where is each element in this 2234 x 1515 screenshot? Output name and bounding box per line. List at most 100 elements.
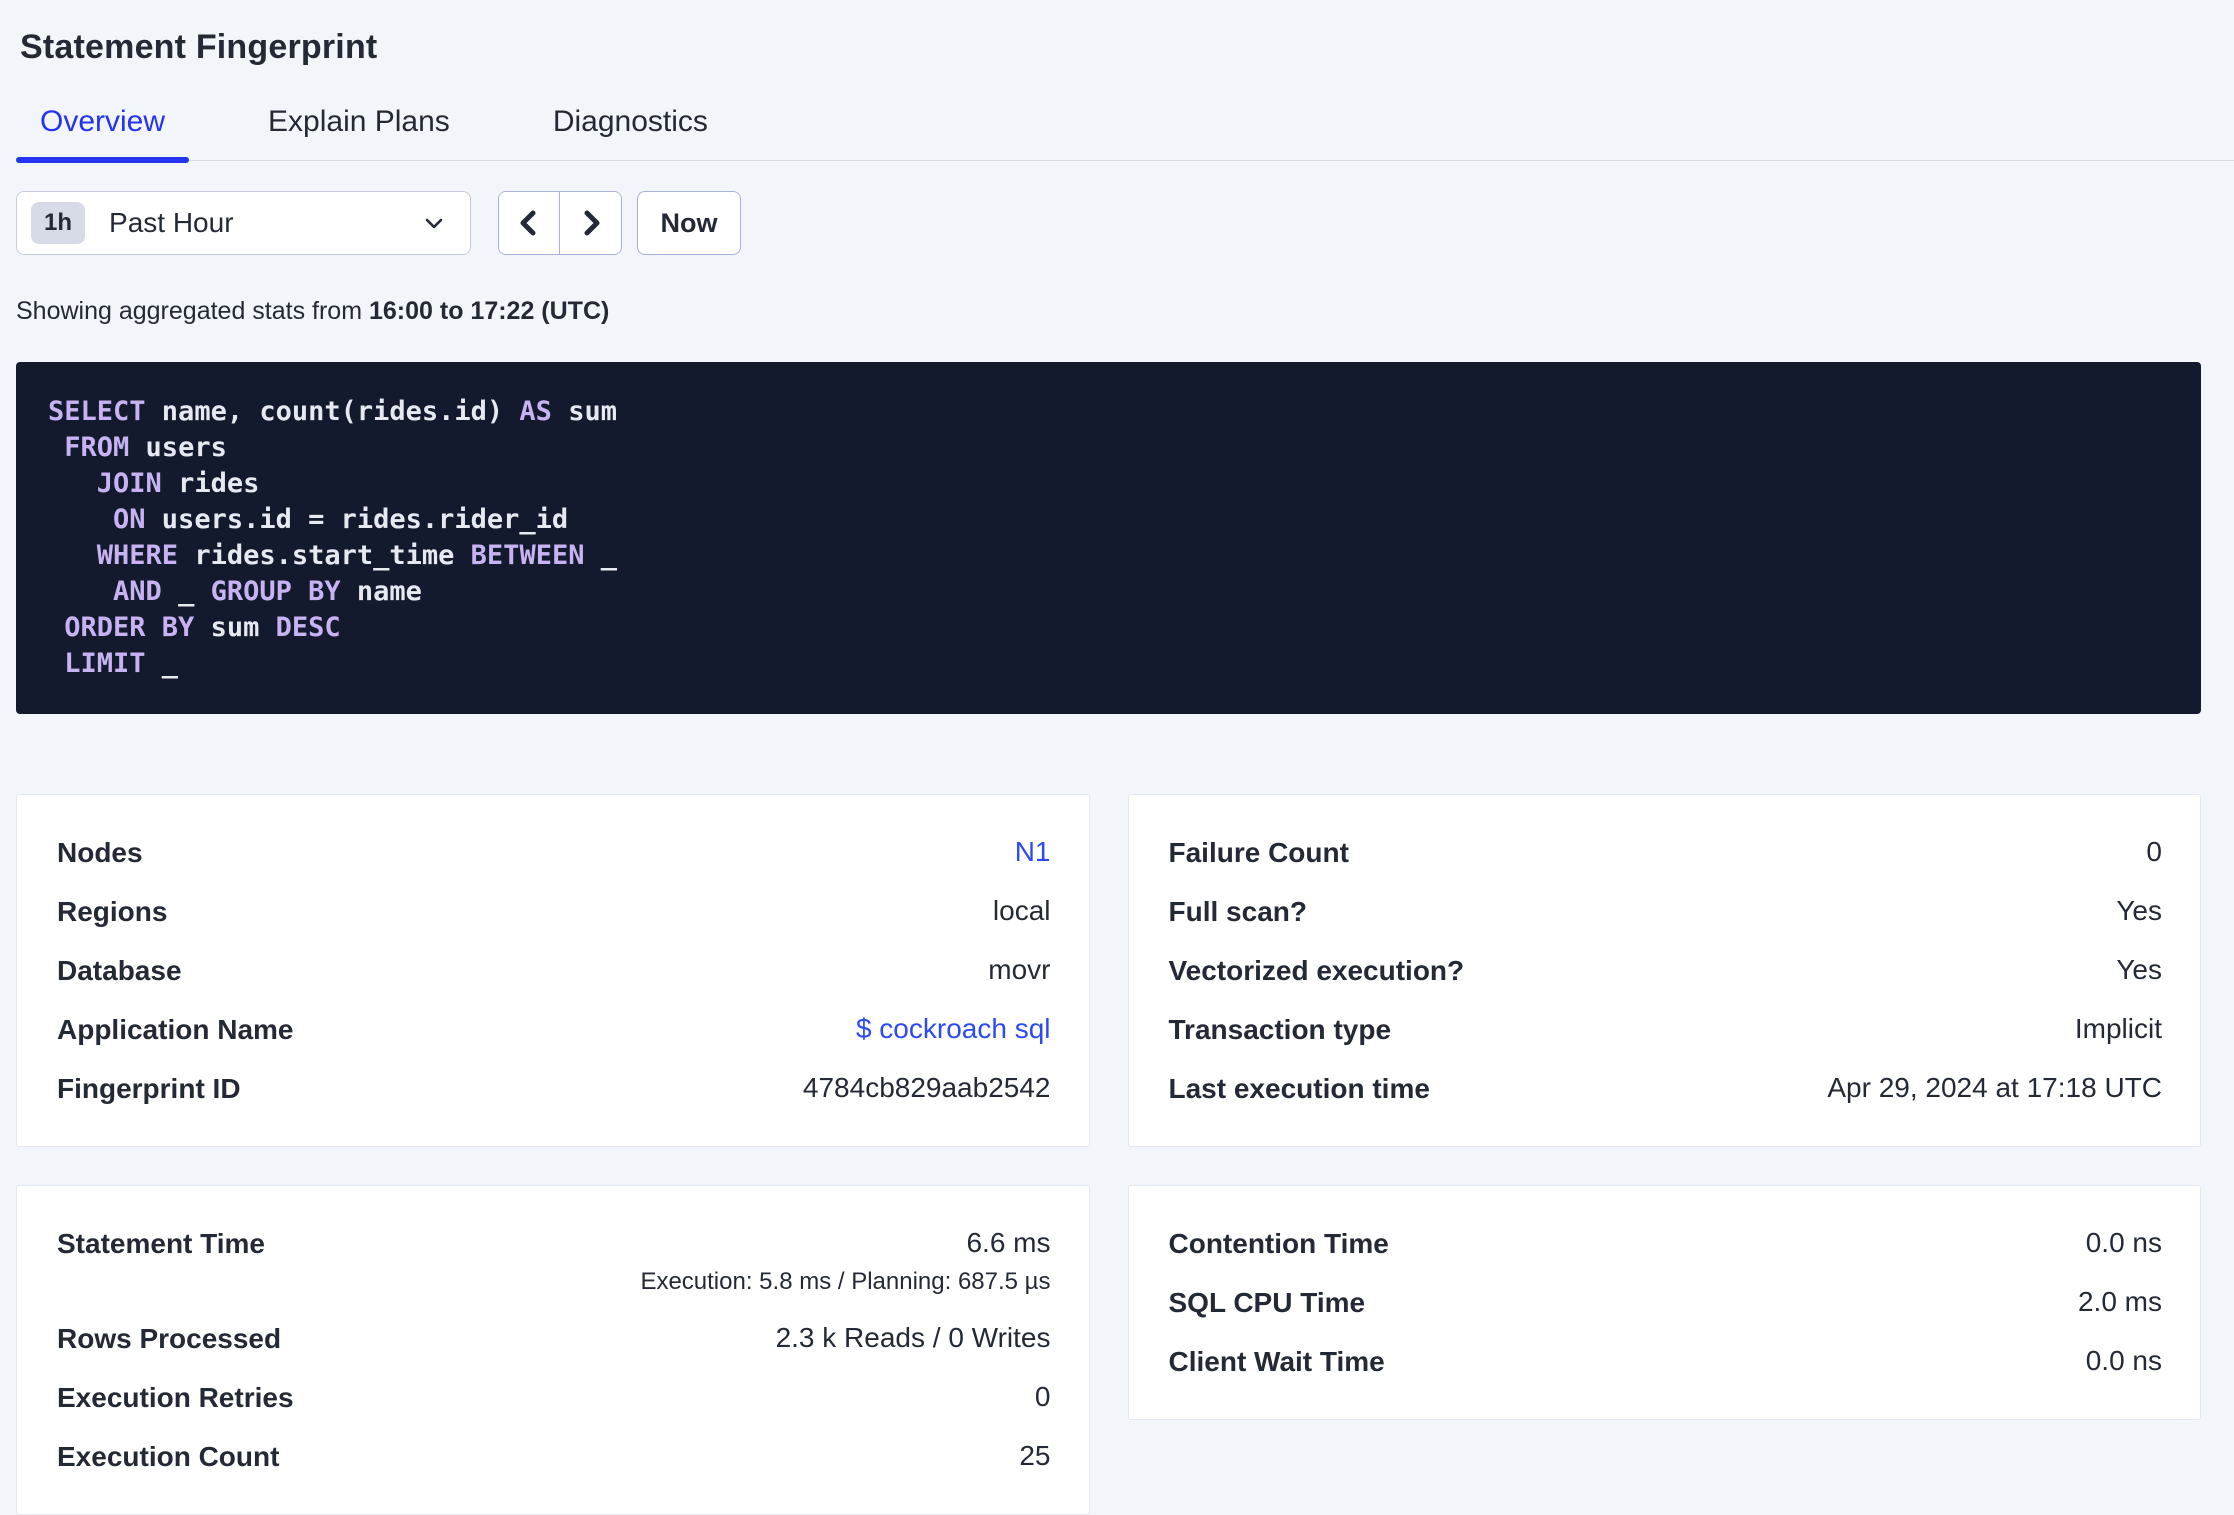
stat-row: Nodes N1 [57, 823, 1051, 882]
stat-label: Rows Processed [57, 1323, 282, 1354]
stat-label: Execution Retries [57, 1382, 294, 1413]
sql-keyword: BETWEEN [470, 540, 585, 571]
sql-text: users [129, 432, 227, 463]
sql-line: ON users.id = rides.rider_id [48, 502, 2169, 538]
stat-cards-grid: Nodes N1 Regions local Database movr Applicati… [16, 794, 2201, 1515]
card-timing-stats: Statement Time 6.6 ms Execution: 5.8 ms / … [16, 1185, 1090, 1515]
sql-keyword: SELECT [48, 396, 146, 427]
next-range-button[interactable] [560, 192, 621, 254]
aggregated-stats-note: Showing aggregated stats from 16:00 to 1… [16, 297, 2201, 326]
stat-row: Failure Count 0 [1169, 823, 2163, 882]
stat-row: Full scan? Yes [1169, 882, 2163, 941]
stat-row: Database movr [57, 941, 1051, 1000]
stat-label: SQL CPU Time [1168, 1287, 1366, 1318]
now-button[interactable]: Now [637, 191, 741, 255]
sql-text: sum [194, 612, 276, 643]
chevron-right-icon [576, 206, 606, 240]
tab-overview[interactable]: Overview [16, 105, 190, 163]
stat-row: Rows Processed 2.3 k Reads / 0 Writes [57, 1309, 1051, 1368]
sql-line: WHERE rides.start_time BETWEEN _ [48, 538, 2169, 574]
stat-value-wrap: 0 [1035, 1381, 1051, 1413]
stat-value: 0 [1034, 1381, 1051, 1412]
stat-value: 0.0 ns [2085, 1345, 2162, 1376]
stat-value-link[interactable]: $ cockroach sql [856, 1013, 1051, 1044]
stat-value-wrap: 6.6 ms Execution: 5.8 ms / Planning: 687.… [640, 1227, 1050, 1296]
card-execution-attributes: Failure Count 0 Full scan? Yes Vectorized ex… [1127, 794, 2201, 1147]
stat-row: Application Name $ cockroach sql [57, 1000, 1051, 1059]
sql-line: AND _ GROUP BY name [48, 574, 2169, 610]
stat-label: Full scan? [1168, 896, 1307, 927]
stat-value-wrap: 2.3 k Reads / 0 Writes [776, 1322, 1051, 1354]
sql-line: LIMIT _ [48, 646, 2169, 682]
time-range-step-buttons [498, 191, 622, 255]
stat-label: Transaction type [1168, 1014, 1392, 1045]
sql-text: rides [161, 468, 260, 499]
tab-explain-plans[interactable]: Explain Plans [244, 105, 474, 160]
page-title: Statement Fingerprint [20, 28, 378, 66]
stat-row: Last execution time Apr 29, 2024 at 17:18… [1169, 1059, 2163, 1118]
stat-sub-value: Execution: 5.8 ms / Planning: 687.5 µs [640, 1268, 1051, 1295]
stat-label: Vectorized execution? [1168, 955, 1465, 986]
stat-value-wrap: 0 [2146, 836, 2162, 868]
time-range-picker[interactable]: 1h Past Hour [16, 191, 471, 255]
sql-keyword: GROUP BY [210, 576, 341, 607]
sql-statement: SELECT name, count(rides.id) AS sum FROM… [16, 362, 2201, 714]
stat-value-wrap: 2.0 ms [2078, 1286, 2162, 1318]
aggregated-stats-note-prefix: Showing aggregated stats from [16, 297, 369, 325]
statement-fingerprint-page: Statement Fingerprint Overview Explain P… [0, 0, 2234, 1515]
stat-row: Execution Retries 0 [57, 1368, 1051, 1427]
sql-text: rides.start_time [178, 540, 471, 571]
stat-label: Nodes [57, 837, 143, 868]
stat-label: Client Wait Time [1168, 1346, 1385, 1377]
previous-range-button[interactable] [499, 192, 560, 254]
aggregated-stats-range: 16:00 to 17:22 (UTC) [368, 297, 610, 325]
sql-keyword: LIMIT [64, 648, 146, 679]
stat-row: Contention Time 0.0 ns [1169, 1214, 2163, 1273]
stat-row: Fingerprint ID 4784cb829aab2542 [57, 1059, 1051, 1118]
stat-value: 25 [1019, 1440, 1051, 1471]
stat-value: movr [988, 954, 1051, 985]
stat-value: 6.6 ms [966, 1227, 1051, 1258]
stat-label: Execution Count [57, 1441, 280, 1472]
sql-line: FROM users [48, 430, 2169, 466]
chevron-left-icon [514, 206, 544, 240]
sql-keyword: AND [113, 576, 162, 607]
sql-text: name [340, 576, 422, 607]
chevron-down-icon [420, 209, 448, 237]
stat-value: Implicit [2074, 1013, 2162, 1044]
stat-label: Regions [57, 896, 168, 927]
stat-row: Client Wait Time 0.0 ns [1169, 1332, 2163, 1391]
stat-value: 0.0 ns [2085, 1227, 2162, 1258]
stat-value-wrap: N1 [1015, 836, 1051, 868]
time-toolbar: 1h Past Hour Now [16, 191, 2201, 255]
sql-text: _ [584, 540, 617, 571]
sql-text: users.id = rides.rider_id [145, 504, 569, 535]
stat-value-wrap: Yes [2116, 954, 2162, 986]
stat-value: 2.3 k Reads / 0 Writes [775, 1322, 1051, 1353]
stat-row: Transaction type Implicit [1169, 1000, 2163, 1059]
stat-value-wrap: 4784cb829aab2542 [803, 1072, 1051, 1104]
sql-text: _ [145, 648, 179, 679]
stat-row: Execution Count 25 [57, 1427, 1051, 1486]
stat-label: Failure Count [1168, 837, 1349, 868]
sql-keyword: JOIN [96, 468, 162, 499]
time-range-badge: 1h [31, 202, 86, 244]
stat-value-link[interactable]: N1 [1015, 836, 1051, 867]
stat-value: local [992, 895, 1051, 926]
sql-keyword: DESC [275, 612, 341, 643]
stat-label: Contention Time [1168, 1228, 1389, 1259]
stat-value-wrap: local [993, 895, 1051, 927]
stat-value-wrap: movr [988, 954, 1050, 986]
tab-diagnostics[interactable]: Diagnostics [529, 105, 732, 160]
stat-row: SQL CPU Time 2.0 ms [1169, 1273, 2163, 1332]
sql-line: ORDER BY sum DESC [48, 610, 2169, 646]
stat-value-wrap: $ cockroach sql [856, 1013, 1051, 1045]
stat-value-wrap: Apr 29, 2024 at 17:18 UTC [1827, 1072, 2162, 1104]
stat-value: Yes [2116, 954, 2162, 985]
